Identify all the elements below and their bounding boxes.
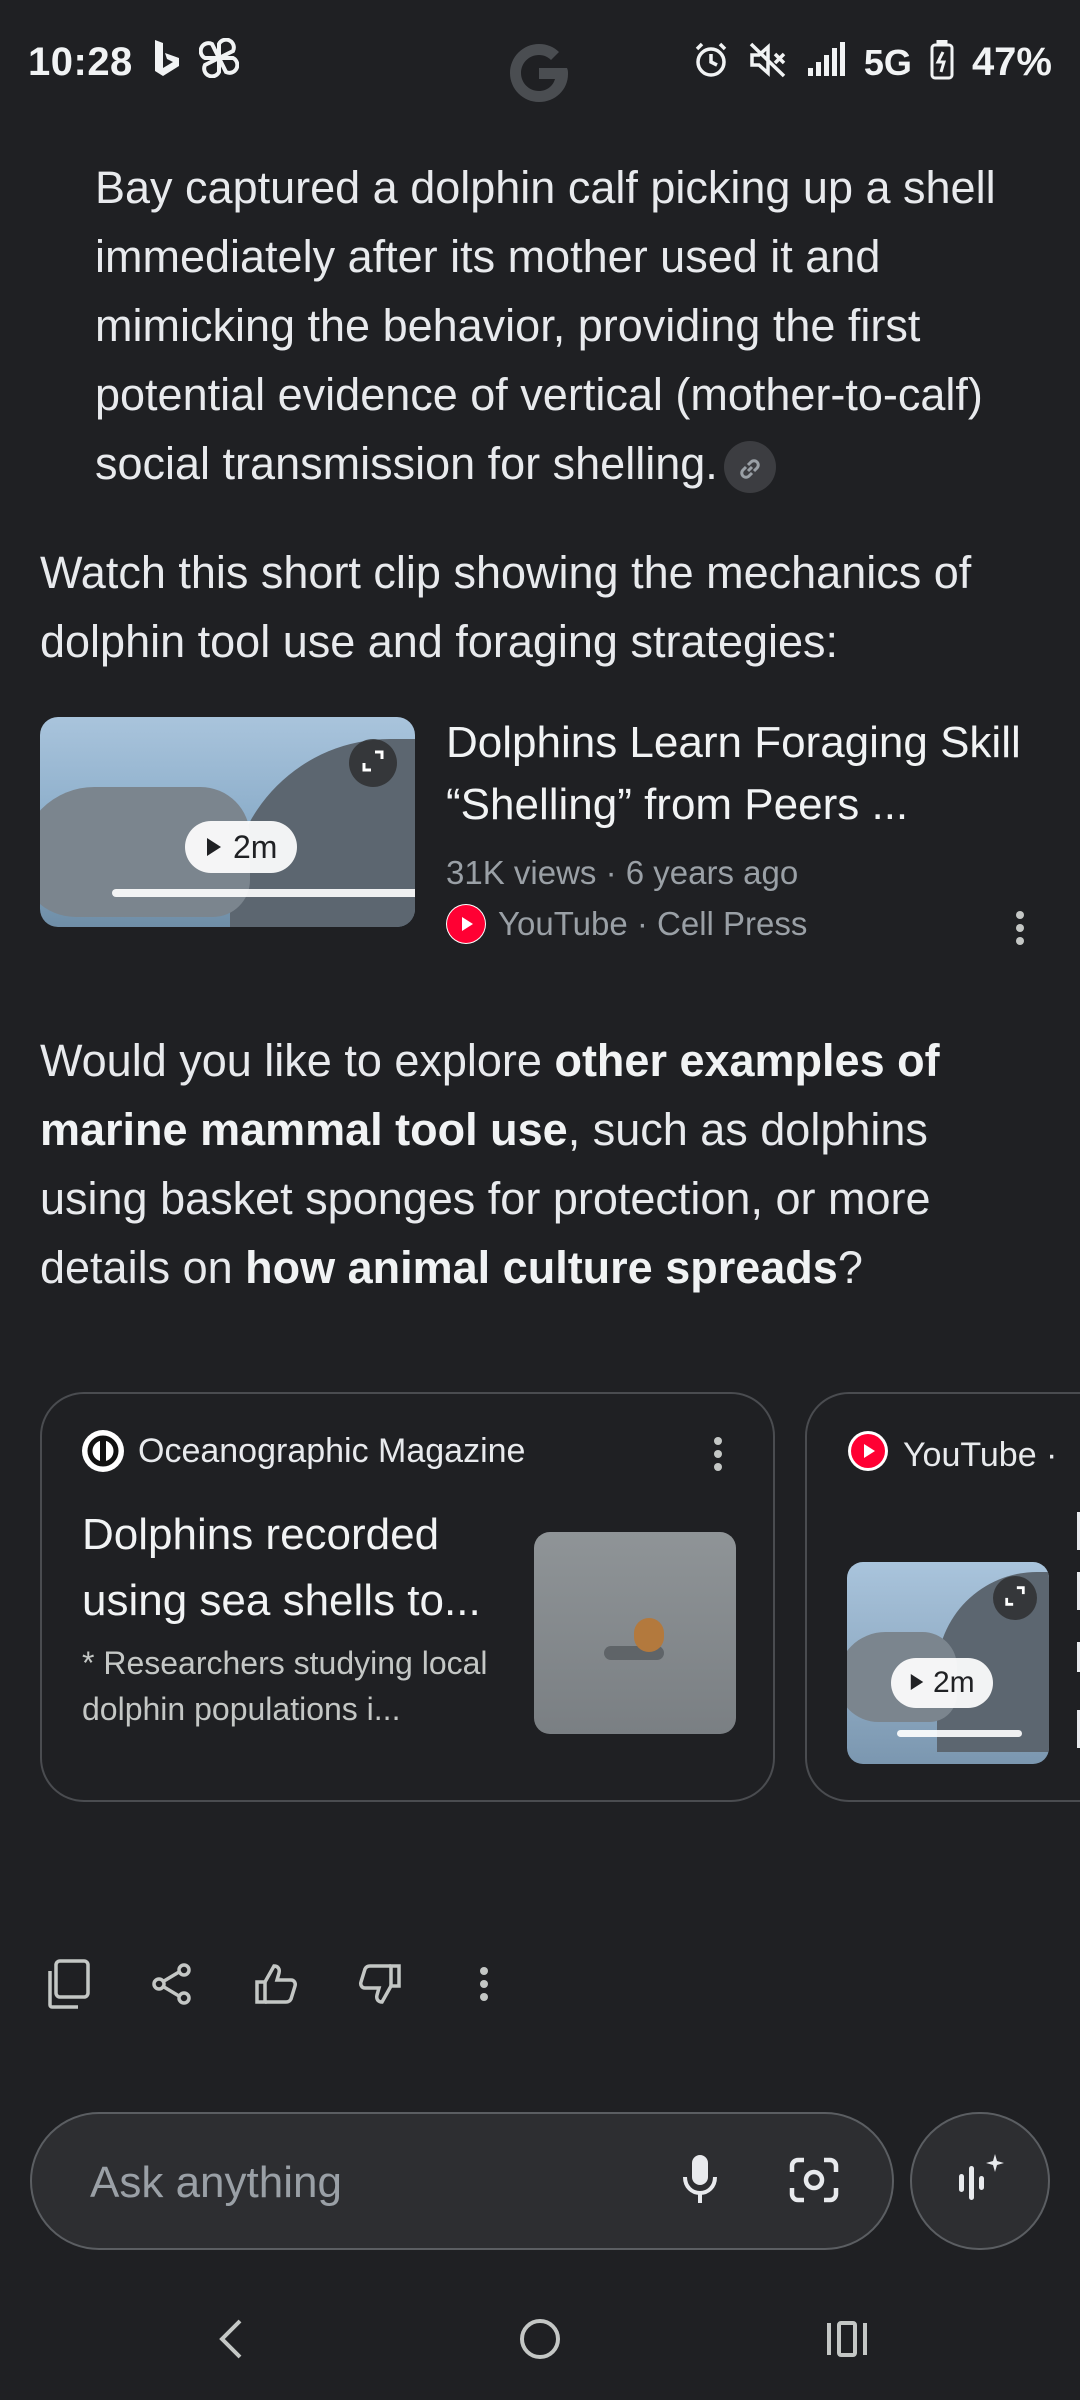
youtube-icon xyxy=(446,904,486,944)
more-options-button[interactable] xyxy=(456,1958,512,2014)
network-type: 5G xyxy=(863,41,912,83)
video-duration: 2m xyxy=(233,828,278,865)
card-thumbnail xyxy=(534,1532,736,1734)
play-icon xyxy=(205,829,223,866)
bing-icon xyxy=(151,38,181,87)
video-duration: 2m xyxy=(933,1666,975,1699)
video-title-link[interactable]: Dolphins Learn Foraging Skill “Shelling”… xyxy=(446,712,1046,836)
battery-level: 47% xyxy=(971,40,1052,84)
paragraph-text: Bay captured a dolphin calf picking up a… xyxy=(95,162,996,489)
video-source-label: YouTube · Cell Press xyxy=(498,905,808,942)
ask-input[interactable]: Ask anything xyxy=(90,2158,342,2208)
question-text-3: ? xyxy=(837,1242,863,1293)
video-source: YouTube · Cell Press xyxy=(446,904,807,944)
answer-paragraph: Bay captured a dolphin calf picking up a… xyxy=(95,153,1035,498)
card-video-thumbnail[interactable]: 2m xyxy=(847,1562,1049,1764)
mute-icon xyxy=(748,41,788,84)
card-source-name: YouTube · xyxy=(903,1436,1058,1474)
copy-icon xyxy=(46,1958,90,2014)
expand-video-button[interactable] xyxy=(993,1576,1037,1620)
signal-icon xyxy=(806,42,846,83)
google-logo-icon xyxy=(504,38,574,108)
more-vert-icon xyxy=(1015,910,1025,951)
copy-button[interactable] xyxy=(40,1958,96,2014)
card-more-button[interactable] xyxy=(703,1436,733,1476)
expand-icon xyxy=(360,748,386,779)
video-progress-track xyxy=(112,889,415,897)
expand-video-button[interactable] xyxy=(349,739,397,787)
nav-home-button[interactable] xyxy=(505,2306,575,2376)
question-text-1: Would you like to explore xyxy=(40,1035,555,1086)
share-icon xyxy=(150,1962,194,2011)
thumbs-down-button[interactable] xyxy=(352,1958,408,2014)
video-intro-text: Watch this short clip showing the mechan… xyxy=(40,547,972,667)
video-thumbnail[interactable]: 2m xyxy=(40,717,415,927)
card-source: Oceanographic Magazine xyxy=(82,1430,525,1472)
nav-back-button[interactable] xyxy=(196,2306,266,2376)
card-title: Dolphins recorded using sea shells to... xyxy=(82,1510,481,1625)
oceanographic-logo-icon xyxy=(82,1430,124,1472)
video-progress-track xyxy=(897,1730,1022,1737)
expand-icon xyxy=(1003,1584,1027,1613)
status-time: 10:28 xyxy=(28,40,133,84)
nav-recents-button[interactable] xyxy=(812,2306,882,2376)
source-card-oceanographic[interactable]: Oceanographic Magazine Dolphins recorded… xyxy=(40,1392,775,1802)
play-duration-pill[interactable]: 2m xyxy=(891,1658,993,1708)
more-vert-icon xyxy=(479,1966,489,2007)
card-snippet: * Researchers studying local dolphin pop… xyxy=(82,1645,488,1727)
follow-up-question: Would you like to explore other examples… xyxy=(40,1026,1040,1302)
thumbs-up-button[interactable] xyxy=(248,1958,304,2014)
system-nav-bar xyxy=(0,2290,1080,2400)
source-card-youtube[interactable]: YouTube · 2m xyxy=(805,1392,1080,1802)
recents-icon xyxy=(825,2319,869,2364)
shell-image xyxy=(634,1618,664,1652)
alarm-icon xyxy=(692,41,730,84)
thumbs-up-icon xyxy=(253,1962,299,2011)
video-more-button[interactable] xyxy=(1000,905,1040,955)
video-meta: 31K views · 6 years ago xyxy=(446,854,799,891)
share-button[interactable] xyxy=(144,1958,200,2014)
play-icon xyxy=(909,1666,925,1700)
lens-search-button[interactable] xyxy=(784,2154,844,2210)
battery-icon xyxy=(930,39,954,85)
ask-input-bar[interactable]: Ask anything xyxy=(30,2112,894,2250)
response-actions xyxy=(40,1958,512,2014)
voice-input-button[interactable] xyxy=(672,2154,728,2210)
gemini-live-button[interactable] xyxy=(910,2112,1050,2250)
youtube-icon xyxy=(847,1430,889,1481)
microphone-icon xyxy=(682,2153,718,2212)
play-duration-pill[interactable]: 2m xyxy=(185,821,298,873)
camera-lens-icon xyxy=(788,2156,840,2209)
card-source-name: Oceanographic Magazine xyxy=(138,1431,526,1470)
more-vert-icon xyxy=(713,1436,723,1477)
pinwheel-icon xyxy=(198,37,240,87)
thumbs-down-icon xyxy=(357,1962,403,2011)
back-chevron-icon xyxy=(216,2317,246,2366)
live-sparkle-icon xyxy=(955,2152,1005,2211)
question-bold-2: how animal culture spreads xyxy=(245,1242,838,1293)
source-link-button[interactable] xyxy=(723,441,776,494)
link-icon xyxy=(736,433,764,502)
card-source: YouTube · xyxy=(847,1430,1057,1481)
home-circle-icon xyxy=(518,2317,562,2366)
